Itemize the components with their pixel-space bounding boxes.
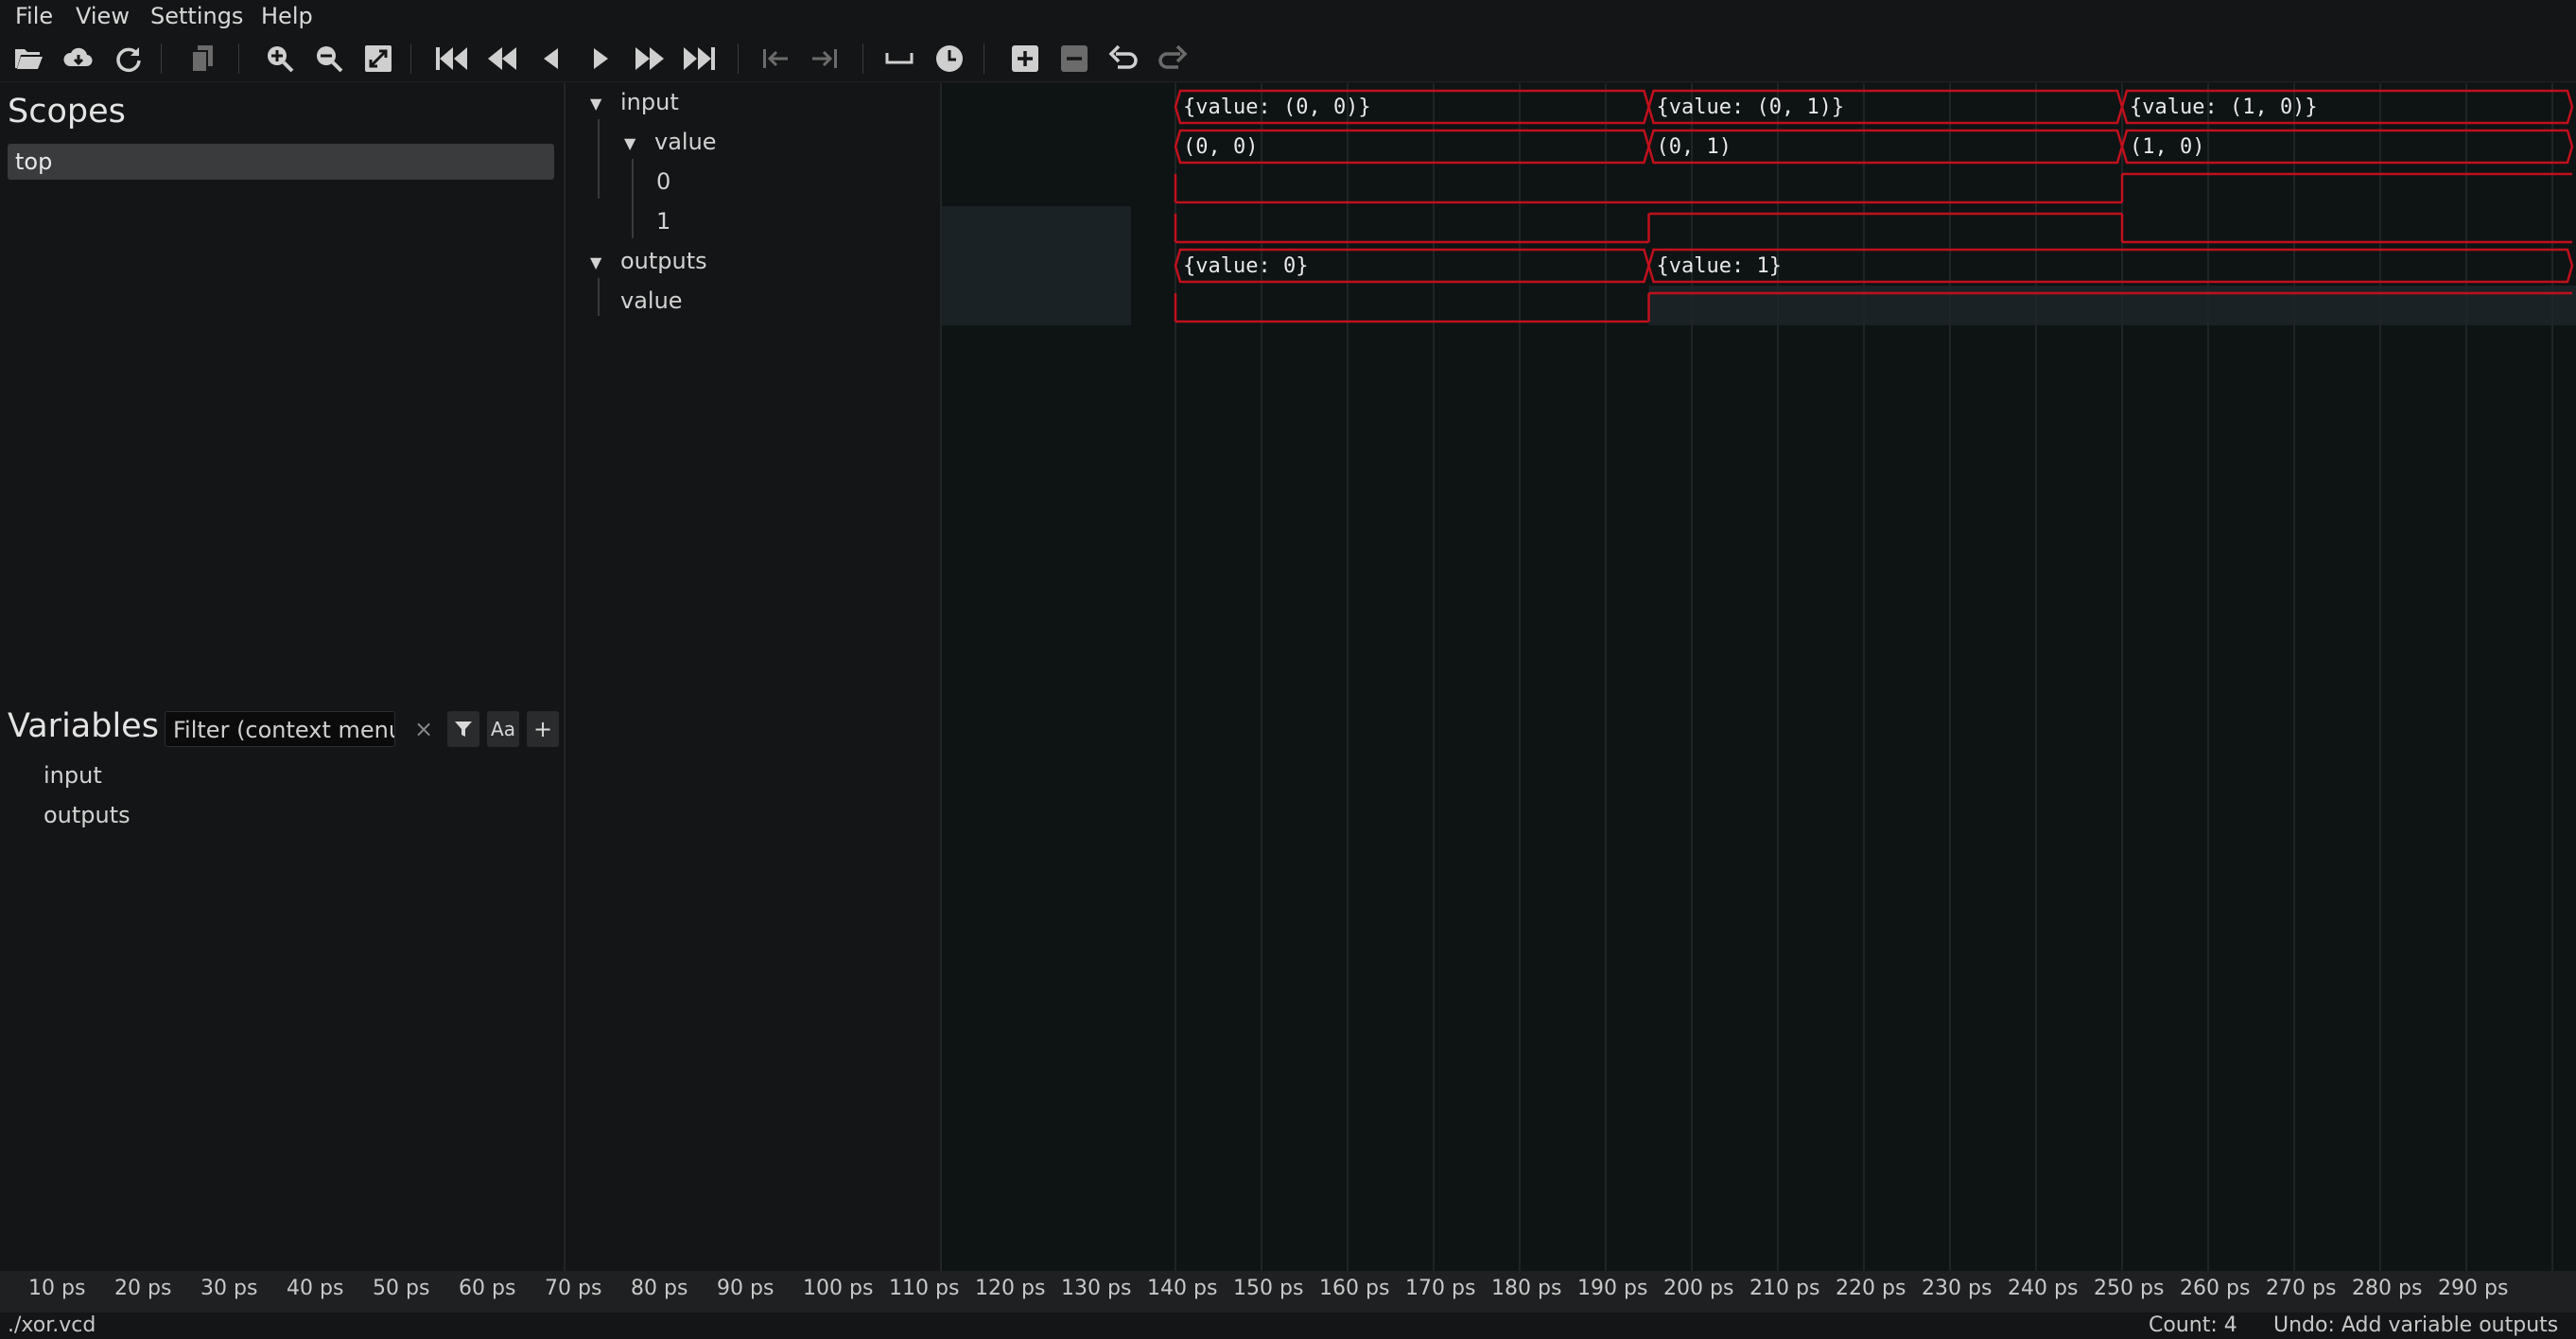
signal-name-bit1[interactable]: 1 xyxy=(656,208,670,235)
add-icon[interactable] xyxy=(1006,40,1044,78)
bus-value-label: (0, 1) xyxy=(1657,135,1732,159)
row-highlight xyxy=(942,246,1131,286)
row-highlight xyxy=(1648,286,2576,325)
go-to-start-icon[interactable] xyxy=(433,40,471,78)
menu-file[interactable]: File xyxy=(15,0,53,34)
menu-help[interactable]: Help xyxy=(261,0,313,34)
filter-icon[interactable] xyxy=(447,711,479,747)
variable-item-input[interactable]: input xyxy=(44,762,102,789)
signal-name-input[interactable]: input xyxy=(620,89,679,115)
time-tick-label: 80 ps xyxy=(631,1277,688,1300)
time-tick-label: 290 ps xyxy=(2438,1277,2509,1300)
variables-title: Variables xyxy=(8,707,159,745)
copy-icon[interactable] xyxy=(183,40,221,78)
step-back-icon[interactable] xyxy=(532,40,570,78)
next-transition-icon[interactable] xyxy=(806,40,844,78)
time-tick-label: 210 ps xyxy=(1749,1277,1820,1300)
zoom-fit-icon[interactable] xyxy=(359,40,397,78)
time-tick-label: 130 ps xyxy=(1061,1277,1132,1300)
step-back-fast-icon[interactable] xyxy=(483,40,521,78)
bus-value-label: {value: 0} xyxy=(1183,254,1308,278)
step-forward-fast-icon[interactable] xyxy=(631,40,669,78)
zoom-in-icon[interactable] xyxy=(261,40,299,78)
redo-icon[interactable] xyxy=(1154,40,1192,78)
signal-name-out-value[interactable]: value xyxy=(620,287,683,314)
reload-icon[interactable] xyxy=(110,40,148,78)
row-highlight xyxy=(942,286,1131,325)
time-tick-label: 50 ps xyxy=(373,1277,430,1300)
time-tick-label: 90 ps xyxy=(717,1277,775,1300)
bus-segment xyxy=(1647,248,2574,284)
signal-name-outputs[interactable]: outputs xyxy=(620,248,707,274)
signal-names-panel: ▼ input ▼ value 0 1 ▼ outputs value xyxy=(566,83,942,1271)
bus-value-label: {value: (0, 0)} xyxy=(1183,96,1371,119)
time-tick-label: 190 ps xyxy=(1577,1277,1648,1300)
time-tick-label: 230 ps xyxy=(1922,1277,1993,1300)
time-tick-label: 270 ps xyxy=(2266,1277,2337,1300)
time-tick-label: 60 ps xyxy=(459,1277,516,1300)
time-tick-label: 180 ps xyxy=(1491,1277,1562,1300)
scope-item-top[interactable]: top xyxy=(8,144,554,180)
bus-value-label: (0, 0) xyxy=(1183,135,1258,159)
bus-value-label: {value: (0, 1)} xyxy=(1657,96,1845,119)
bus-value-label: (1, 0) xyxy=(2130,135,2204,159)
clock-icon[interactable] xyxy=(931,40,968,78)
variable-filter-input[interactable]: Filter (context menu xyxy=(165,711,395,747)
play-icon[interactable] xyxy=(582,40,619,78)
time-tick-label: 10 ps xyxy=(28,1277,86,1300)
toolbar xyxy=(0,34,2576,82)
menu-bar: File View Settings Help xyxy=(0,0,2576,34)
variable-item-outputs[interactable]: outputs xyxy=(44,802,131,828)
add-variables-button[interactable]: + xyxy=(527,711,559,747)
remove-icon[interactable] xyxy=(1055,40,1093,78)
time-tick-label: 220 ps xyxy=(1836,1277,1906,1300)
time-tick-label: 100 ps xyxy=(803,1277,874,1300)
time-tick-label: 110 ps xyxy=(889,1277,960,1300)
time-tick-label: 170 ps xyxy=(1405,1277,1476,1300)
signal-name-bit0[interactable]: 0 xyxy=(656,168,670,195)
time-tick-label: 200 ps xyxy=(1663,1277,1734,1300)
collapse-triangle-icon[interactable]: ▼ xyxy=(590,253,601,271)
row-highlight xyxy=(942,206,1131,246)
time-tick-label: 280 ps xyxy=(2352,1277,2423,1300)
status-undo: Undo: Add variable outputs xyxy=(2273,1313,2559,1337)
time-tick-label: 120 ps xyxy=(975,1277,1046,1300)
time-tick-label: 260 ps xyxy=(2180,1277,2251,1300)
time-tick-label: 30 ps xyxy=(200,1277,258,1300)
collapse-triangle-icon[interactable]: ▼ xyxy=(590,95,601,113)
status-file: ./xor.vcd xyxy=(8,1313,96,1337)
cursor-line-icon[interactable] xyxy=(880,40,918,78)
time-tick-label: 40 ps xyxy=(287,1277,344,1300)
case-sensitive-button[interactable]: Aa xyxy=(487,711,519,747)
menu-view[interactable]: View xyxy=(76,0,130,34)
bus-value-label: {value: 1} xyxy=(1657,254,1782,278)
menu-settings[interactable]: Settings xyxy=(150,0,243,34)
signal-name-value[interactable]: value xyxy=(654,129,717,155)
left-panel: Scopes top Variables Filter (context men… xyxy=(0,83,566,1271)
undo-icon[interactable] xyxy=(1105,40,1142,78)
go-to-end-icon[interactable] xyxy=(680,40,718,78)
status-count: Count: 4 xyxy=(2149,1313,2237,1337)
time-tick-label: 70 ps xyxy=(545,1277,602,1300)
bus-value-label: {value: (1, 0)} xyxy=(2130,96,2318,119)
clear-filter-button[interactable]: × xyxy=(408,711,440,747)
collapse-triangle-icon[interactable]: ▼ xyxy=(624,134,635,152)
waveform-canvas[interactable]: {value: (0, 0)} {value: (0, 1)} {value: (1… xyxy=(942,83,2576,1271)
time-tick-label: 160 ps xyxy=(1319,1277,1390,1300)
time-tick-label: 20 ps xyxy=(114,1277,172,1300)
time-tick-label: 250 ps xyxy=(2094,1277,2165,1300)
prev-transition-icon[interactable] xyxy=(757,40,794,78)
download-icon[interactable] xyxy=(60,40,97,78)
waveform-viewer[interactable]: {value: (0, 0)} {value: (0, 1)} {value: (1… xyxy=(942,83,2576,1271)
time-tick-label: 140 ps xyxy=(1147,1277,1218,1300)
scope-item-label: top xyxy=(15,148,53,175)
scopes-title: Scopes xyxy=(8,93,126,130)
zoom-out-icon[interactable] xyxy=(310,40,348,78)
status-bar: ./xor.vcd Count: 4 Undo: Add variable ou… xyxy=(0,1313,2576,1339)
time-tick-label: 240 ps xyxy=(2008,1277,2079,1300)
time-tick-label: 150 ps xyxy=(1233,1277,1304,1300)
open-file-icon[interactable] xyxy=(9,40,47,78)
